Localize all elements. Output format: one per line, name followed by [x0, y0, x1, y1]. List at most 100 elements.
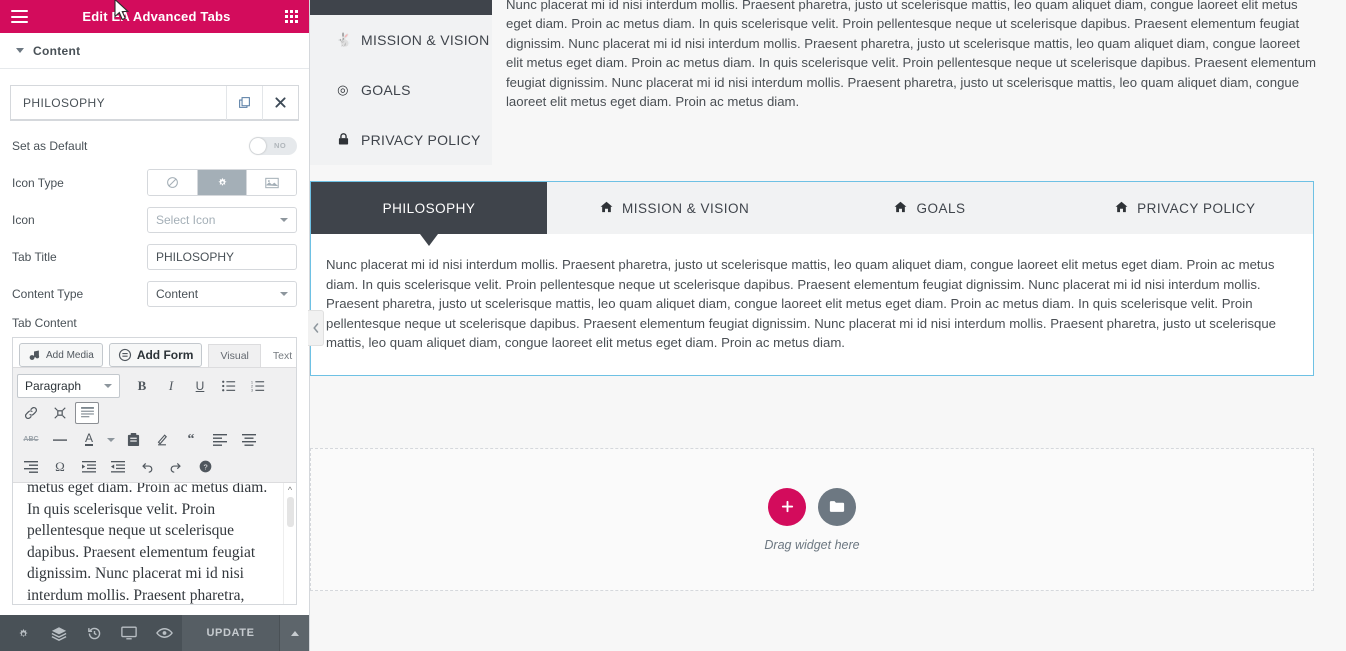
decrease-indent-icon[interactable]	[75, 455, 103, 479]
format-select-value: Paragraph	[25, 378, 82, 393]
paste-as-text-icon[interactable]	[119, 428, 147, 452]
set-as-default-label: Set as Default	[12, 138, 88, 153]
horizontal-tab-label: PHILOSOPHY	[382, 200, 476, 216]
vertical-tabs-text: Nunc placerat mi id nisi interdum mollis…	[506, 0, 1317, 110]
redo-icon[interactable]	[162, 455, 190, 479]
add-form-button[interactable]: Add Form	[108, 343, 203, 367]
align-center-icon[interactable]	[235, 428, 263, 452]
italic-icon[interactable]: I	[157, 374, 185, 398]
horizontal-tabs-widget[interactable]: PHILOSOPHY MISSION & VISION GOALS PRIVAC…	[310, 181, 1314, 376]
elementor-left-panel: Edit EA Advanced Tabs Content PHILOSOPHY	[0, 0, 324, 651]
horizontal-tabs-text: Nunc placerat mi id nisi interdum mollis…	[326, 257, 1277, 350]
update-button[interactable]: UPDATE	[182, 615, 280, 651]
content-type-value: Content	[156, 286, 199, 301]
lock-icon	[336, 132, 350, 148]
bullet-list-icon[interactable]	[215, 374, 243, 398]
set-as-default-toggle[interactable]: NO	[249, 136, 297, 155]
vertical-tab-privacy-policy[interactable]: PRIVACY POLICY	[310, 115, 492, 165]
repeater-item[interactable]: PHILOSOPHY	[11, 85, 298, 120]
icon-type-choices	[147, 169, 297, 196]
field-icon-type: Icon Type	[12, 164, 297, 201]
numbered-list-icon[interactable]: 123	[244, 374, 272, 398]
horizontal-tab-goals[interactable]: GOALS	[802, 182, 1057, 234]
clear-formatting-icon[interactable]	[148, 428, 176, 452]
home-icon	[600, 201, 613, 216]
drag-widget-dropzone[interactable]: Drag widget here	[310, 448, 1314, 591]
color-caret-icon[interactable]	[104, 428, 118, 452]
vertical-tab-active-strip	[310, 0, 492, 15]
align-left-icon[interactable]	[206, 428, 234, 452]
history-revisions-icon[interactable]	[76, 615, 111, 651]
dropzone-buttons	[768, 487, 856, 526]
responsive-mode-icon[interactable]	[112, 615, 147, 651]
icon-type-icon-button[interactable]	[197, 170, 248, 195]
collapse-panel-button[interactable]	[308, 310, 324, 346]
update-options-button[interactable]	[279, 615, 310, 651]
keyboard-shortcuts-icon[interactable]: ?	[191, 455, 219, 479]
wp-editor-topbar: Add Media Add Form Visual Text	[13, 338, 296, 367]
text-color-icon[interactable]: A	[75, 428, 103, 452]
increase-indent-icon[interactable]	[104, 455, 132, 479]
horizontal-tab-label: PRIVACY POLICY	[1137, 200, 1256, 216]
scrollbar-thumb[interactable]	[286, 497, 294, 527]
icon-type-label: Icon Type	[12, 175, 64, 190]
content-type-select[interactable]: Content	[147, 280, 297, 307]
icon-select[interactable]: Select Icon	[147, 206, 297, 233]
bold-icon[interactable]: B	[128, 374, 156, 398]
preview-eye-icon[interactable]	[147, 615, 182, 651]
editor-scrollbar[interactable]: ^	[283, 483, 296, 604]
toolbar-row-1: Paragraph B I U 123	[17, 372, 292, 399]
duplicate-icon[interactable]	[226, 85, 262, 120]
toolbar-row-2	[17, 399, 292, 426]
add-widget-button[interactable]	[768, 487, 806, 526]
tab-text[interactable]: Text	[261, 344, 304, 367]
navigator-layers-icon[interactable]	[41, 615, 76, 651]
tab-title-input[interactable]	[147, 243, 297, 270]
icon-select-value: Select Icon	[156, 212, 216, 227]
chevron-down-icon	[16, 48, 24, 53]
blockquote-icon[interactable]: “	[177, 428, 205, 452]
horizontal-tab-privacy-policy[interactable]: PRIVACY POLICY	[1058, 182, 1313, 234]
special-character-icon[interactable]: Ω	[46, 455, 74, 479]
icon-type-none-button[interactable]	[148, 170, 198, 195]
wp-editor-content[interactable]: metus eget diam. Proin ac metus diam. In…	[13, 482, 296, 604]
tab-content-label: Tab Content	[12, 316, 77, 330]
align-right-icon[interactable]	[17, 455, 45, 479]
read-more-icon[interactable]	[75, 401, 99, 424]
horizontal-tab-mission-vision[interactable]: MISSION & VISION	[547, 182, 802, 234]
add-media-button[interactable]: Add Media	[19, 343, 103, 367]
dropzone-label: Drag widget here	[764, 537, 860, 552]
scroll-up-arrow[interactable]: ^	[284, 483, 296, 495]
svg-text:3: 3	[251, 388, 253, 391]
close-icon[interactable]	[262, 85, 298, 120]
vertical-tab-goals[interactable]: ◎ GOALS	[310, 65, 492, 115]
toolbar-row-3: ABC A “	[17, 426, 292, 453]
panel-header: Edit EA Advanced Tabs	[0, 0, 309, 33]
field-icon: Icon Select Icon	[12, 201, 297, 238]
panel-footer-bar: UPDATE	[0, 615, 310, 651]
tab-visual[interactable]: Visual	[208, 344, 261, 367]
elementor-editor-window: Edit EA Advanced Tabs Content PHILOSOPHY	[0, 0, 1346, 651]
link-icon[interactable]	[17, 401, 45, 425]
field-set-as-default: Set as Default NO	[12, 127, 297, 164]
home-icon	[894, 201, 907, 216]
hamburger-menu-icon[interactable]	[11, 10, 28, 23]
icon-type-image-button[interactable]	[247, 170, 296, 195]
vertical-tab-mission-vision[interactable]: 🐇 MISSION & VISION	[310, 15, 492, 65]
settings-fields: Set as Default NO Icon Type Icon Select …	[0, 121, 309, 312]
template-library-button[interactable]	[818, 487, 856, 526]
strikethrough-icon[interactable]: ABC	[17, 428, 45, 452]
editor-canvas: 🐇 MISSION & VISION ◎ GOALS PRIVACY POLIC…	[310, 0, 1346, 651]
content-section-header[interactable]: Content	[0, 33, 309, 69]
horizontal-tab-philosophy[interactable]: PHILOSOPHY	[311, 182, 547, 246]
grid-apps-icon[interactable]	[285, 10, 298, 23]
settings-gear-icon[interactable]	[6, 615, 41, 651]
underline-icon[interactable]: U	[186, 374, 214, 398]
tabs-repeater: PHILOSOPHY	[10, 85, 299, 121]
wp-editor-toolbar: Paragraph B I U 123 ABC A “ Ω ?	[13, 367, 296, 482]
unlink-icon[interactable]	[46, 401, 74, 425]
horizontal-rule-icon[interactable]	[46, 428, 74, 452]
paragraph-format-select[interactable]: Paragraph	[17, 373, 120, 398]
vertical-tab-label: MISSION & VISION	[361, 32, 490, 48]
undo-icon[interactable]	[133, 455, 161, 479]
